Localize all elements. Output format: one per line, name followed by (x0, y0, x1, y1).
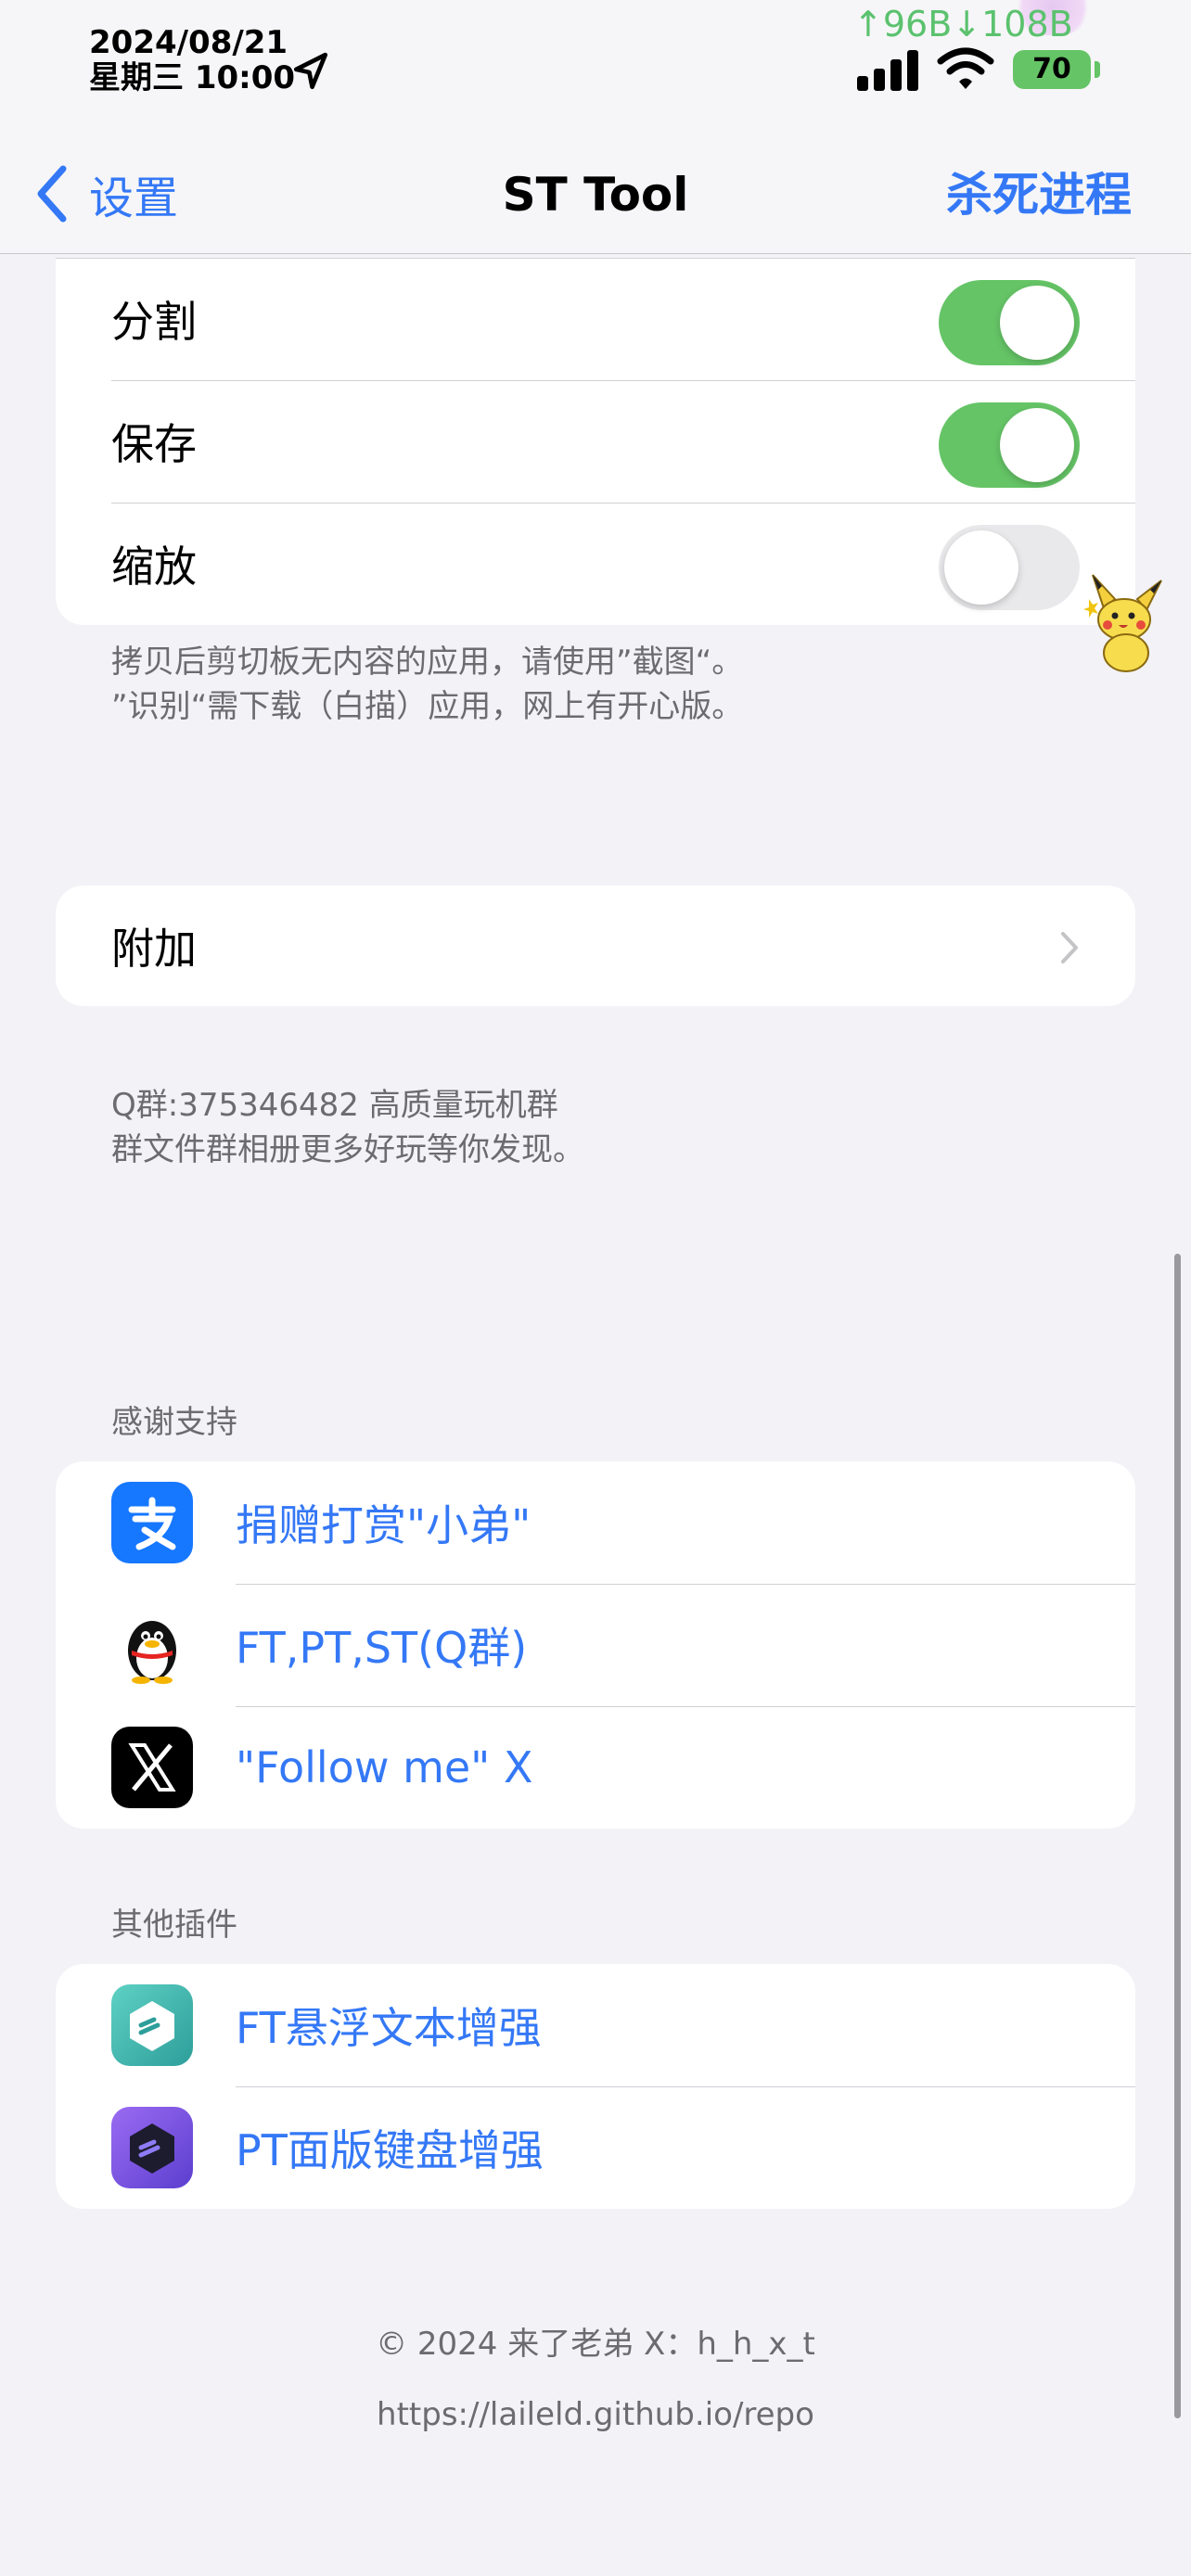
toggle-row-label: 缩放 (111, 542, 197, 592)
qq-penguin-glyph (128, 1621, 176, 1684)
follow-x-link-label: "Follow me" X (236, 1742, 533, 1792)
follow-x-link-row[interactable]: "Follow me" X (56, 1706, 1135, 1829)
split-toggle[interactable] (939, 280, 1080, 365)
toggle-row-zoom: 缩放 (56, 503, 1135, 625)
toggle-row-save: 保存 (56, 380, 1135, 503)
ft-plugin-icon (111, 1984, 193, 2066)
ft-plugin-link-label: FT悬浮文本增强 (236, 2003, 542, 2053)
navigation-bar: 设置 ST Tool 杀死进程 (0, 139, 1191, 254)
status-day-time: 星期三 10:00 (89, 59, 296, 96)
qq-penguin-icon (111, 1604, 193, 1686)
extra-row[interactable]: 附加 (56, 886, 1135, 1006)
copyright-text: © 2024 来了老弟 X：h_h_x_t (376, 2326, 815, 2363)
toggle-row-label: 分割 (111, 297, 197, 347)
qq-group-footer: Q群:375346482 高质量玩机群 群文件群相册更多好玩等你发现。 (111, 1083, 584, 1172)
donate-link-row[interactable]: 捐赠打赏"小弟" (56, 1461, 1135, 1584)
footer-line: 拷贝后剪切板无内容的应用，请使用”截图“。 (111, 644, 744, 681)
ft-plugin-glyph (130, 2001, 174, 2051)
footer-line: ”识别“需下载（白描）应用，网上有开心版。 (111, 688, 744, 725)
pt-plugin-link-row[interactable]: PT面版键盘增强 (56, 2086, 1135, 2209)
vertical-scrollbar[interactable] (1174, 1254, 1181, 2418)
qq-group-link-label: FT,PT,ST(Q群) (236, 1623, 528, 1673)
thanks-card: 捐赠打赏"小弟" FT,PT,ST(Q群) "Follow me" X (56, 1461, 1135, 1829)
qq-group-link-row[interactable]: FT,PT,ST(Q群) (56, 1584, 1135, 1706)
toggle-row-split: 分割 (56, 258, 1135, 380)
footer-line: 群文件群相册更多好玩等你发现。 (111, 1131, 584, 1168)
pt-plugin-glyph (130, 2123, 174, 2174)
toggle-knob (1000, 408, 1074, 482)
toggle-section-footer: 拷贝后剪切板无内容的应用，请使用”截图“。 ”识别“需下载（白描）应用，网上有开… (111, 640, 743, 729)
network-speed: ↑96B↓108B (853, 4, 1073, 45)
alipay-icon (111, 1482, 193, 1563)
x-logo-glyph (128, 1743, 176, 1792)
save-toggle[interactable] (939, 402, 1080, 488)
extra-row-label: 附加 (111, 924, 197, 974)
toggle-row-label: 保存 (111, 419, 197, 469)
toggle-options-card: 分割 保存 缩放 (56, 258, 1135, 625)
plugins-card: FT悬浮文本增强 PT面版键盘增强 (56, 1964, 1135, 2209)
zoom-toggle[interactable] (939, 525, 1080, 610)
section-header-thanks: 感谢支持 (111, 1404, 237, 1441)
pt-plugin-link-label: PT面版键盘增强 (236, 2125, 544, 2175)
kill-process-button[interactable]: 杀死进程 (946, 165, 1132, 224)
footer-line: Q群:375346482 高质量玩机群 (111, 1087, 558, 1124)
x-logo-icon (111, 1727, 193, 1808)
ft-plugin-link-row[interactable]: FT悬浮文本增强 (56, 1964, 1135, 2086)
donate-link-label: 捐赠打赏"小弟" (236, 1500, 531, 1550)
chevron-right-icon (1061, 932, 1078, 963)
toggle-knob (944, 530, 1018, 605)
wifi-icon (937, 47, 994, 89)
toggle-knob (1000, 286, 1074, 360)
status-bar: 2024/08/21 星期三 10:00 ↑96B↓108B 70 (0, 0, 1191, 139)
battery-indicator: 70 (1013, 50, 1091, 89)
pikachu-sticker-icon (1083, 574, 1162, 672)
section-header-plugins: 其他插件 (111, 1906, 237, 1944)
settings-page: 2024/08/21 星期三 10:00 ↑96B↓108B 70 设置 ST (0, 0, 1191, 2576)
pt-plugin-icon (111, 2107, 193, 2188)
alipay-glyph (128, 1497, 176, 1550)
cellular-signal-icon (857, 50, 918, 91)
card-top-divider (56, 258, 1135, 259)
extra-card: 附加 (56, 886, 1135, 1006)
repo-link[interactable]: https://laileld.github.io/repo (0, 2396, 1191, 2433)
location-arrow-icon (293, 52, 328, 90)
status-date: 2024/08/21 (89, 24, 288, 61)
battery-tip (1095, 61, 1100, 78)
